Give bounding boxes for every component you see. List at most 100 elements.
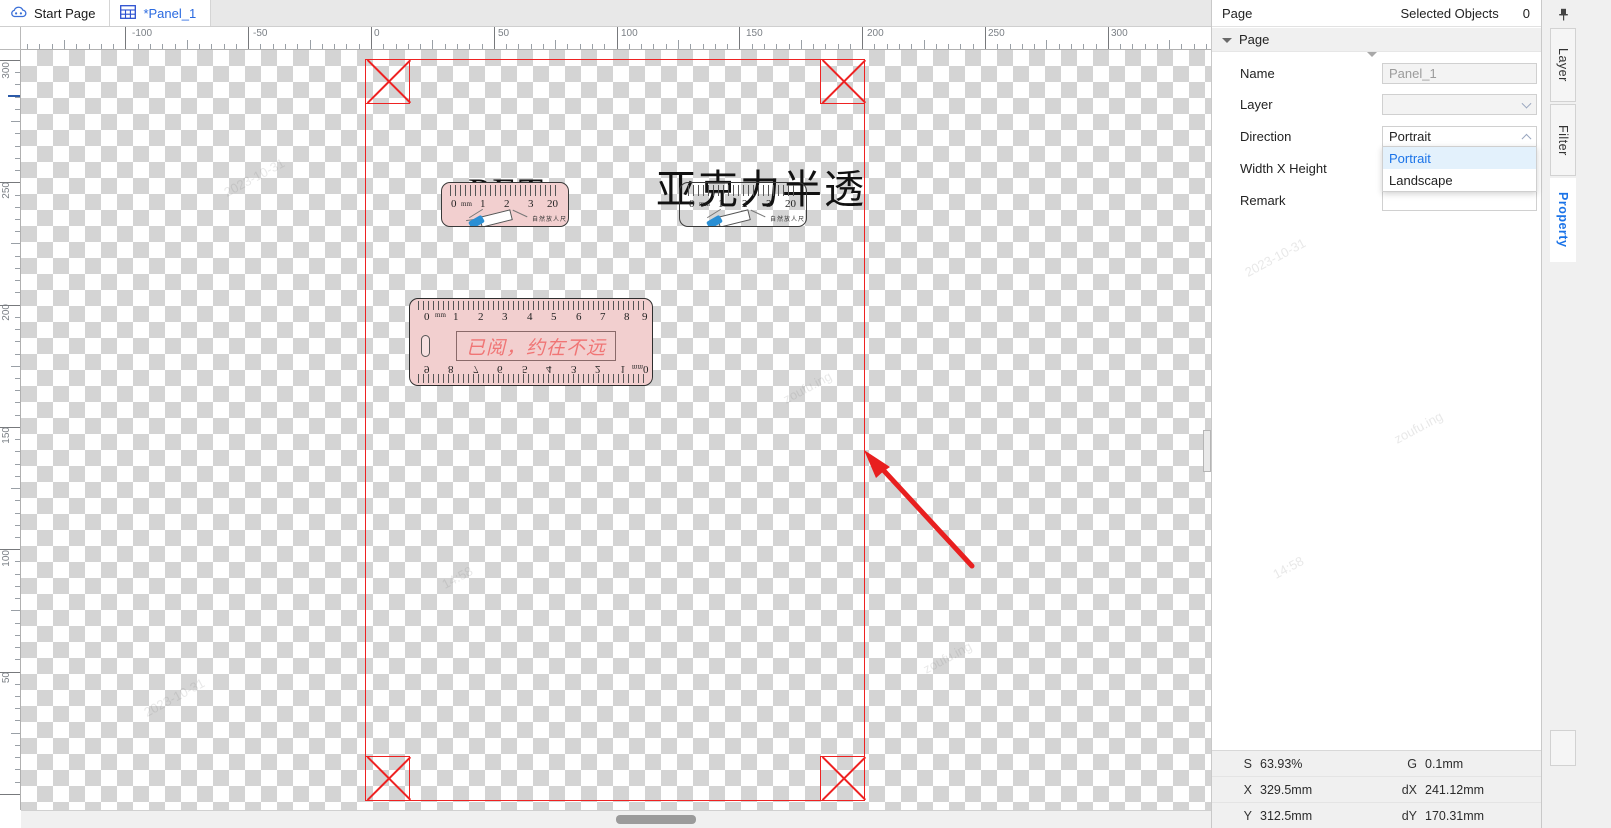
- ruler-tick: [162, 44, 164, 49]
- ruler-tick: [506, 44, 508, 49]
- ruler-tick: [334, 44, 336, 49]
- ruler-tick: [825, 44, 827, 49]
- ruler-label: 50: [1, 672, 12, 684]
- ruler-tick: [137, 44, 139, 49]
- watermark: 14:58: [1270, 553, 1307, 582]
- direction-select[interactable]: Portrait: [1382, 126, 1537, 147]
- ruler-brand-text: 自然放人尺: [532, 217, 568, 223]
- pin-icon[interactable]: [1553, 6, 1573, 22]
- ruler-label: 300: [1111, 28, 1128, 39]
- ruler-tick: [15, 316, 20, 318]
- ruler-tick: [837, 44, 839, 49]
- ruler-tick: [432, 40, 434, 49]
- ruler-tick: [15, 585, 20, 587]
- ruler-tick: [15, 439, 20, 441]
- selected-objects-count: 0: [1522, 5, 1530, 21]
- ruler-tick: [15, 206, 20, 208]
- field-label-layer: Layer: [1240, 97, 1273, 112]
- vertical-tab-filter-label: Filter: [1556, 124, 1570, 156]
- ruler-label: 250: [1, 182, 12, 199]
- ruler-tick: [64, 40, 65, 49]
- status-row-x: X 329.5mm dX 241.12mm: [1212, 777, 1542, 803]
- watermark: 2023-10-31: [221, 155, 288, 200]
- tab-bar: Start Page *Panel_1: [0, 0, 1211, 27]
- ruler-tick: [15, 108, 20, 110]
- property-group-page[interactable]: Page: [1212, 28, 1542, 52]
- ruler-label: -50: [253, 28, 268, 39]
- ruler-tick: [813, 44, 815, 49]
- layer-select[interactable]: [1382, 94, 1537, 115]
- ruler-tick: [15, 622, 20, 624]
- ruler-tick: [1120, 44, 1122, 49]
- ruler-tick: [997, 44, 999, 49]
- tab-panel-1[interactable]: *Panel_1: [110, 0, 212, 26]
- ruler-ticks-top: [418, 301, 644, 310]
- ruler-tick: [628, 44, 630, 49]
- direction-dropdown-list[interactable]: Portrait Landscape: [1382, 146, 1537, 192]
- ruler-tick: [886, 44, 888, 49]
- vertical-ruler[interactable]: 300 250 200 150 100 50: [0, 50, 21, 810]
- ruler-ticks: [450, 185, 560, 196]
- ruler-tick: [211, 44, 213, 49]
- ruler-tick: [272, 44, 274, 49]
- ruler-tick: [1181, 44, 1183, 49]
- horizontal-scrollbar-thumb[interactable]: [616, 815, 696, 824]
- ruler-tick: [1156, 44, 1158, 49]
- ruler-label: 300: [1, 62, 12, 79]
- ruler-tick: [15, 744, 20, 746]
- artwork-ruler-acrylic[interactable]: 0 mm 1 2 3 20 自然放人尺: [679, 182, 807, 227]
- ruler-tick: [15, 536, 20, 538]
- status-row-y: Y 312.5mm dY 170.31mm: [1212, 803, 1542, 828]
- ruler-tick: [15, 683, 20, 685]
- ruler-tick: [285, 44, 287, 49]
- ruler-tick: [235, 44, 237, 49]
- ruler-tick: [481, 44, 483, 49]
- ruler-tick: [15, 695, 20, 697]
- ruler-tick: [383, 44, 385, 49]
- ruler-tick: [15, 475, 20, 477]
- artwork-ruler-large[interactable]: 0 mm 1 2 3 4 5 6 7 8 9 已阅，约在不远 9 8 7 6 5: [409, 298, 653, 386]
- direction-option-landscape[interactable]: Landscape: [1383, 169, 1536, 191]
- tab-start-page[interactable]: Start Page: [0, 0, 111, 26]
- ruler-tick: [15, 402, 20, 404]
- ruler-tick: [15, 218, 20, 220]
- ruler-tick: [15, 659, 20, 661]
- ruler-tick: [15, 463, 20, 465]
- vertical-tab-extra[interactable]: [1550, 730, 1576, 766]
- ruler-label: 200: [867, 28, 884, 39]
- tab-start-page-label: Start Page: [34, 5, 96, 21]
- artwork-ruler-pet[interactable]: 0 mm 1 2 3 20 自然放人尺: [441, 182, 569, 227]
- ruler-tick: [15, 170, 20, 172]
- ruler-tick: [15, 414, 20, 416]
- ruler-tick: [972, 44, 974, 49]
- vertical-tab-property[interactable]: Property: [1550, 178, 1576, 262]
- vertical-tab-property-label: Property: [1556, 192, 1570, 248]
- ruler-tick: [935, 44, 937, 49]
- horizontal-ruler[interactable]: -100 -50 0 50 100 150 200 250 300: [21, 27, 1211, 50]
- ruler-tick: [469, 44, 471, 49]
- ruler-tick: [15, 757, 20, 759]
- ruler-tick: [149, 44, 151, 49]
- name-input[interactable]: Panel_1: [1382, 63, 1537, 84]
- vertical-tab-filter[interactable]: Filter: [1550, 104, 1576, 176]
- ruler-tick: [800, 40, 802, 49]
- ruler-tick: [15, 500, 20, 502]
- direction-option-portrait[interactable]: Portrait: [1383, 147, 1536, 169]
- ruler-corner: [0, 27, 21, 50]
- ruler-guide-marker[interactable]: [8, 95, 20, 97]
- design-canvas[interactable]: PET 亚克力半透 0 mm 1 2 3 20 自然放人尺 0: [21, 50, 1211, 810]
- horizontal-scrollbar[interactable]: [21, 810, 1211, 828]
- property-panel-header: Page Selected Objects 0: [1212, 0, 1542, 27]
- ruler-tick: [15, 720, 20, 722]
- chevron-up-icon: [1521, 133, 1532, 144]
- status-row-scale: S 63.93% G 0.1mm: [1212, 751, 1542, 777]
- status-bar: S 63.93% G 0.1mm X 329.5mm dX 241.12mm Y…: [1212, 750, 1542, 828]
- status-key-s: S: [1243, 756, 1252, 771]
- ruler-tick: [849, 44, 851, 49]
- ruler-calligraphy-text[interactable]: 已阅，约在不远: [460, 331, 612, 361]
- panel-collapse-handle[interactable]: [1203, 430, 1211, 472]
- ruler-tick: [960, 44, 962, 49]
- remark-input[interactable]: [1382, 190, 1537, 211]
- ruler-tick: [567, 44, 569, 49]
- vertical-tab-layer[interactable]: Layer: [1550, 28, 1576, 102]
